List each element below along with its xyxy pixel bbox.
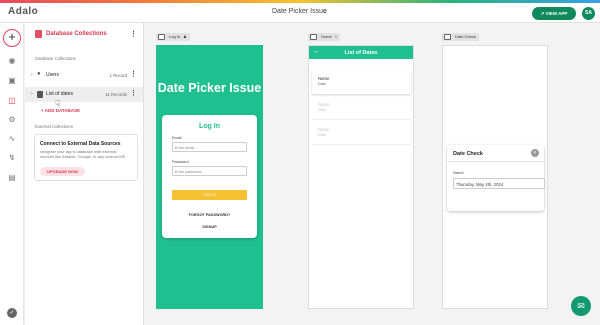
view-app-button[interactable]: ↗ VIEW APP bbox=[532, 7, 576, 20]
gear-icon[interactable]: ⚙ bbox=[7, 115, 17, 125]
email-field[interactable]: Enter email... bbox=[172, 142, 247, 152]
home-screen[interactable]: ← List of Dates Name Date Name Date Name… bbox=[308, 45, 414, 309]
screen-label-home[interactable]: Home ⌂ bbox=[308, 33, 341, 41]
database-icon[interactable]: ◫ bbox=[7, 96, 17, 106]
list-item-date: Date bbox=[318, 82, 327, 86]
password-label: Password bbox=[172, 160, 189, 164]
modal-title: Date Check bbox=[453, 151, 483, 157]
login-screen[interactable]: Date Picker Issue Log In Email Enter ema… bbox=[156, 45, 263, 309]
password-field[interactable]: Enter password... bbox=[172, 166, 247, 176]
screen-label-login[interactable]: Log In ♟ bbox=[156, 33, 190, 41]
screens-icon[interactable]: ▣ bbox=[7, 76, 17, 86]
row-menu-icon[interactable]: ⋮ bbox=[130, 89, 137, 97]
top-bar: Adalo Date Picker Issue ⌄ ↗ VIEW APP SA bbox=[0, 3, 600, 23]
login-button[interactable]: LOG IN bbox=[172, 190, 247, 200]
section-label: External Collections bbox=[35, 124, 73, 129]
screen-label-date-check[interactable]: Date Check bbox=[442, 33, 479, 41]
date-check-screen[interactable]: Date Check × Name Thursday, May 4th, 202… bbox=[442, 45, 548, 309]
divider bbox=[447, 161, 544, 162]
collection-icon bbox=[37, 91, 43, 98]
app-bar: ← List of Dates bbox=[309, 46, 413, 59]
screen-label-text: Home bbox=[321, 34, 332, 39]
list-item-name: Name bbox=[318, 127, 330, 132]
list-item-date: Date bbox=[318, 108, 327, 112]
check-icon[interactable]: ✓ bbox=[7, 308, 17, 318]
date-field[interactable]: Thursday, May 4th, 2024 bbox=[453, 178, 545, 189]
close-icon[interactable]: × bbox=[531, 149, 539, 157]
chevron-right-icon[interactable]: › bbox=[31, 91, 33, 97]
chat-support-button[interactable]: ✉ bbox=[571, 296, 591, 316]
users-icon: ● bbox=[37, 71, 41, 77]
chevron-down-icon[interactable]: ⌄ bbox=[322, 7, 328, 15]
screen-label-text: Log In bbox=[169, 34, 181, 39]
panel-menu-icon[interactable]: ⋮ bbox=[130, 30, 137, 38]
list-item-name: Name bbox=[318, 102, 330, 107]
phone-icon bbox=[310, 34, 317, 40]
document-icon[interactable]: ▤ bbox=[7, 173, 17, 183]
list-item-date: Date bbox=[318, 133, 327, 137]
collection-row-users[interactable]: › ● Users 1 Record ⋮ bbox=[25, 68, 143, 83]
collection-name: List of dates bbox=[46, 91, 73, 97]
email-label: Email bbox=[172, 136, 182, 140]
app-title[interactable]: Date Picker Issue bbox=[272, 8, 327, 15]
collection-count: 1 Record bbox=[109, 72, 127, 78]
external-sources-card: Connect to External Data Sources Integra… bbox=[34, 134, 138, 181]
phone-icon bbox=[158, 34, 165, 40]
add-database-button[interactable]: + ADD DATABASE bbox=[41, 108, 80, 113]
login-card: Log In Email Enter email... Password Ent… bbox=[162, 115, 257, 238]
date-check-modal: Date Check × Name Thursday, May 4th, 202… bbox=[447, 145, 545, 211]
chart-icon[interactable]: ↯ bbox=[7, 153, 17, 163]
canvas[interactable]: Log In ♟ Date Picker Issue Log In Email E… bbox=[146, 23, 600, 325]
external-description: Integrate your app's database with exter… bbox=[40, 149, 127, 159]
login-app-title: Date Picker Issue bbox=[157, 81, 262, 95]
add-component-button[interactable]: + bbox=[3, 29, 21, 47]
database-icon bbox=[35, 30, 42, 38]
collection-row-list-of-dates[interactable]: › List of dates 11 Records ⋮ bbox=[25, 87, 143, 102]
section-label: Database Collections bbox=[35, 56, 76, 61]
analytics-icon[interactable]: ∿ bbox=[7, 134, 17, 144]
list-item[interactable]: Name Date bbox=[312, 120, 411, 145]
palette-icon[interactable]: ◉ bbox=[7, 56, 17, 66]
screen-label-text: Date Check bbox=[455, 34, 476, 39]
row-menu-icon[interactable]: ⋮ bbox=[130, 70, 137, 78]
avatar[interactable]: SA bbox=[582, 7, 595, 20]
external-title: Connect to External Data Sources bbox=[40, 141, 121, 147]
home-icon: ⌂ bbox=[334, 34, 338, 39]
adalo-logo[interactable]: Adalo bbox=[8, 6, 38, 17]
panel-title: Database Collections bbox=[46, 31, 107, 37]
list-item[interactable]: Name Date bbox=[312, 95, 411, 120]
field-label: Name bbox=[453, 170, 464, 175]
chevron-right-icon[interactable]: › bbox=[31, 72, 33, 78]
login-card-title: Log In bbox=[199, 123, 220, 130]
phone-icon bbox=[444, 34, 451, 40]
upgrade-button[interactable]: UPGRADE NOW bbox=[40, 167, 85, 176]
list-item[interactable]: Name Date bbox=[312, 69, 411, 94]
collection-name: Users bbox=[46, 72, 60, 78]
database-panel: Database Collections ⋮ Database Collecti… bbox=[25, 23, 144, 325]
divider bbox=[312, 144, 411, 145]
signup-link[interactable]: SIGNUP bbox=[162, 225, 257, 229]
users-icon: ♟ bbox=[183, 34, 187, 39]
collection-count: 11 Records bbox=[105, 91, 127, 97]
list-item-name: Name bbox=[318, 76, 330, 81]
left-rail: + ◉ ▣ ◫ ⚙ ∿ ↯ ▤ ✓ bbox=[0, 23, 24, 325]
app-bar-title: List of Dates bbox=[344, 49, 378, 56]
forgot-password-link[interactable]: FORGOT PASSWORD? bbox=[162, 213, 257, 217]
